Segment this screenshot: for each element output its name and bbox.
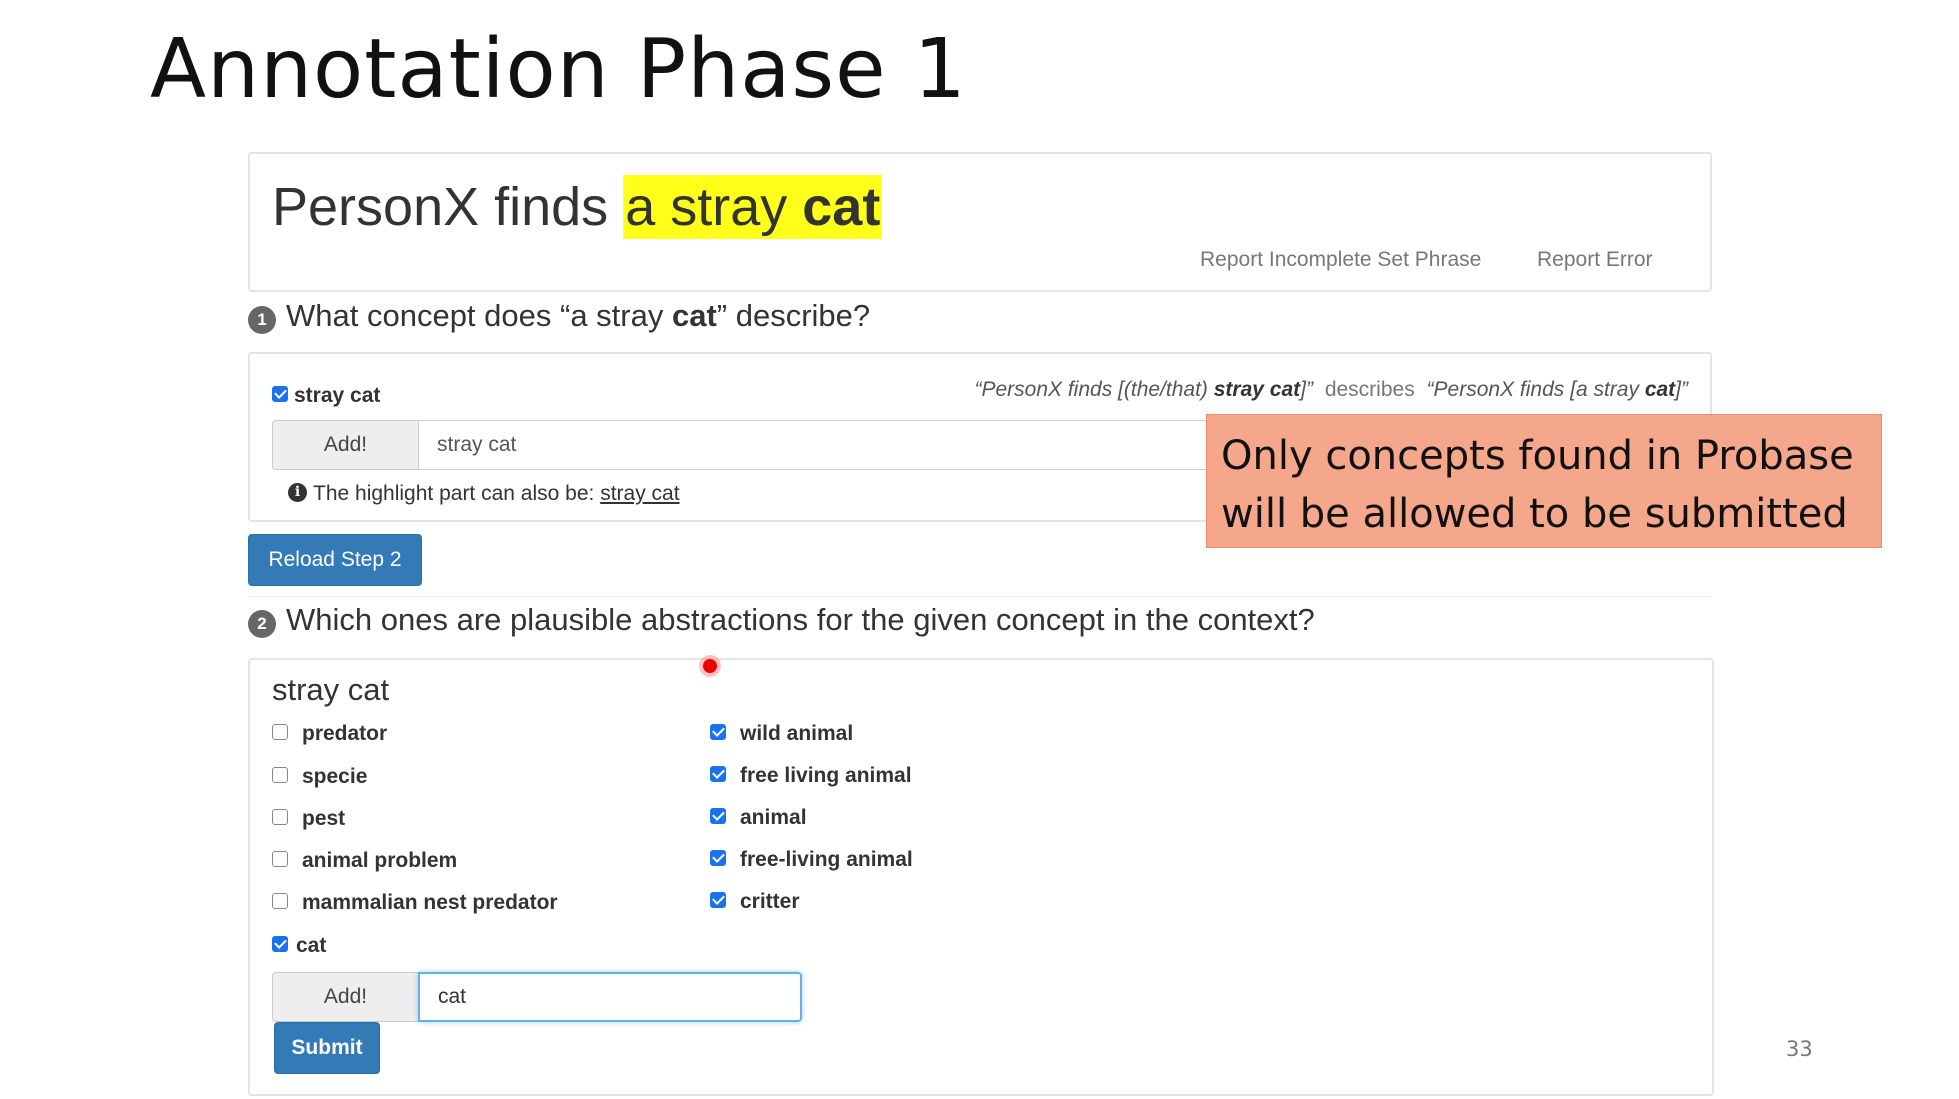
event-highlight-bold: cat [802, 177, 881, 237]
event-highlight-plain: a stray [625, 177, 803, 237]
step1-question: 1 What concept does “a stray cat” describ… [248, 298, 870, 334]
option-row[interactable]: animal problem [272, 849, 457, 873]
option-label: predator [302, 722, 388, 745]
option-label: cat [296, 934, 327, 957]
callout-line-1: Only concepts found in Probase [1221, 433, 1854, 479]
reload-step2-button[interactable]: Reload Step 2 [248, 534, 422, 586]
event-prefix: PersonX finds [272, 177, 624, 237]
section-divider [248, 596, 1712, 597]
option-label: specie [302, 765, 368, 788]
option-row[interactable]: specie [272, 765, 367, 789]
step1-question-suffix: ” describe? [716, 298, 871, 333]
option-label: critter [740, 890, 800, 913]
option-row[interactable]: mammalian nest predator [272, 891, 558, 915]
highlight-hint: i The highlight part can also be: stray c… [288, 482, 680, 506]
describes-text: “PersonX finds [(the/that) stray cat]” d… [974, 378, 1688, 402]
option-row[interactable]: animal [710, 806, 807, 830]
option-checkbox[interactable] [710, 724, 726, 741]
option-checkbox[interactable] [272, 724, 288, 741]
step1-question-prefix: What concept does “a stray [286, 298, 672, 333]
option-row[interactable]: cat [272, 934, 326, 958]
abstraction-concept-title: stray cat [272, 672, 390, 707]
option-row[interactable]: critter [710, 890, 800, 914]
event-sentence: PersonX finds a stray cat [272, 175, 883, 239]
option-checkbox[interactable] [272, 893, 288, 910]
describes-right-bold: cat [1644, 378, 1676, 401]
option-row[interactable]: pest [272, 807, 345, 831]
describes-left-pre: “PersonX finds [(the/that) [974, 378, 1214, 401]
abstraction-panel: stray cat predator specie pest animal pr… [248, 658, 1714, 1096]
option-label: wild animal [740, 722, 854, 745]
hint-link[interactable]: stray cat [600, 482, 679, 505]
probase-callout: Only concepts found in Probase will be a… [1206, 414, 1882, 548]
step1-question-bold: cat [671, 298, 717, 333]
option-label: pest [302, 807, 346, 830]
option-label: animal problem [302, 849, 458, 872]
describes-right-pre: “PersonX finds [a stray [1426, 378, 1645, 401]
describes-left-post: ]” [1300, 378, 1313, 401]
step2-question-text: Which ones are plausible abstractions fo… [286, 602, 1315, 637]
option-checkbox[interactable] [272, 936, 288, 953]
callout-line-2: will be allowed to be submitted [1221, 491, 1848, 537]
abstraction-input-group: Add! [272, 972, 802, 1022]
step2-number-badge: 2 [248, 609, 276, 638]
option-checkbox[interactable] [710, 850, 726, 867]
option-label: free-living animal [740, 848, 913, 871]
report-incomplete-link[interactable]: Report Incomplete Set Phrase [1200, 248, 1481, 272]
option-label: mammalian nest predator [302, 891, 558, 914]
option-row[interactable]: predator [272, 722, 387, 746]
slide-title: Annotation Phase 1 [150, 22, 967, 117]
report-error-link[interactable]: Report Error [1537, 248, 1653, 272]
option-checkbox[interactable] [710, 808, 726, 825]
step2-question: 2 Which ones are plausible abstractions f… [248, 602, 1315, 638]
option-row[interactable]: free living animal [710, 764, 912, 788]
step1-number-badge: 1 [248, 305, 276, 334]
option-checkbox[interactable] [272, 809, 288, 826]
option-checkbox[interactable] [710, 766, 726, 783]
concept-add-button[interactable]: Add! [272, 420, 418, 470]
option-label: animal [740, 806, 807, 829]
event-panel: PersonX finds a stray cat Report Incompl… [248, 152, 1712, 292]
describes-word: describes [1324, 378, 1415, 401]
option-checkbox[interactable] [272, 767, 288, 784]
stray-cat-checkbox-row[interactable]: stray cat [272, 384, 380, 408]
pointer-cursor [703, 659, 717, 673]
option-checkbox[interactable] [710, 892, 726, 909]
describes-right-post: ]” [1675, 378, 1688, 401]
option-checkbox[interactable] [272, 851, 288, 868]
hint-text: The highlight part can also be: [313, 482, 601, 505]
event-highlight: a stray cat [623, 175, 883, 239]
option-label: free living animal [740, 764, 912, 787]
submit-button[interactable]: Submit [274, 1022, 380, 1074]
describes-left-bold: stray cat [1213, 378, 1301, 401]
option-row[interactable]: free-living animal [710, 848, 913, 872]
stray-cat-checkbox-label: stray cat [294, 384, 381, 407]
option-row[interactable]: wild animal [710, 722, 853, 746]
page-number: 33 [1786, 1037, 1813, 1061]
abstraction-add-button[interactable]: Add! [272, 972, 418, 1022]
stray-cat-checkbox[interactable] [272, 386, 288, 403]
abstraction-input[interactable] [418, 972, 802, 1022]
info-icon: i [288, 482, 307, 502]
